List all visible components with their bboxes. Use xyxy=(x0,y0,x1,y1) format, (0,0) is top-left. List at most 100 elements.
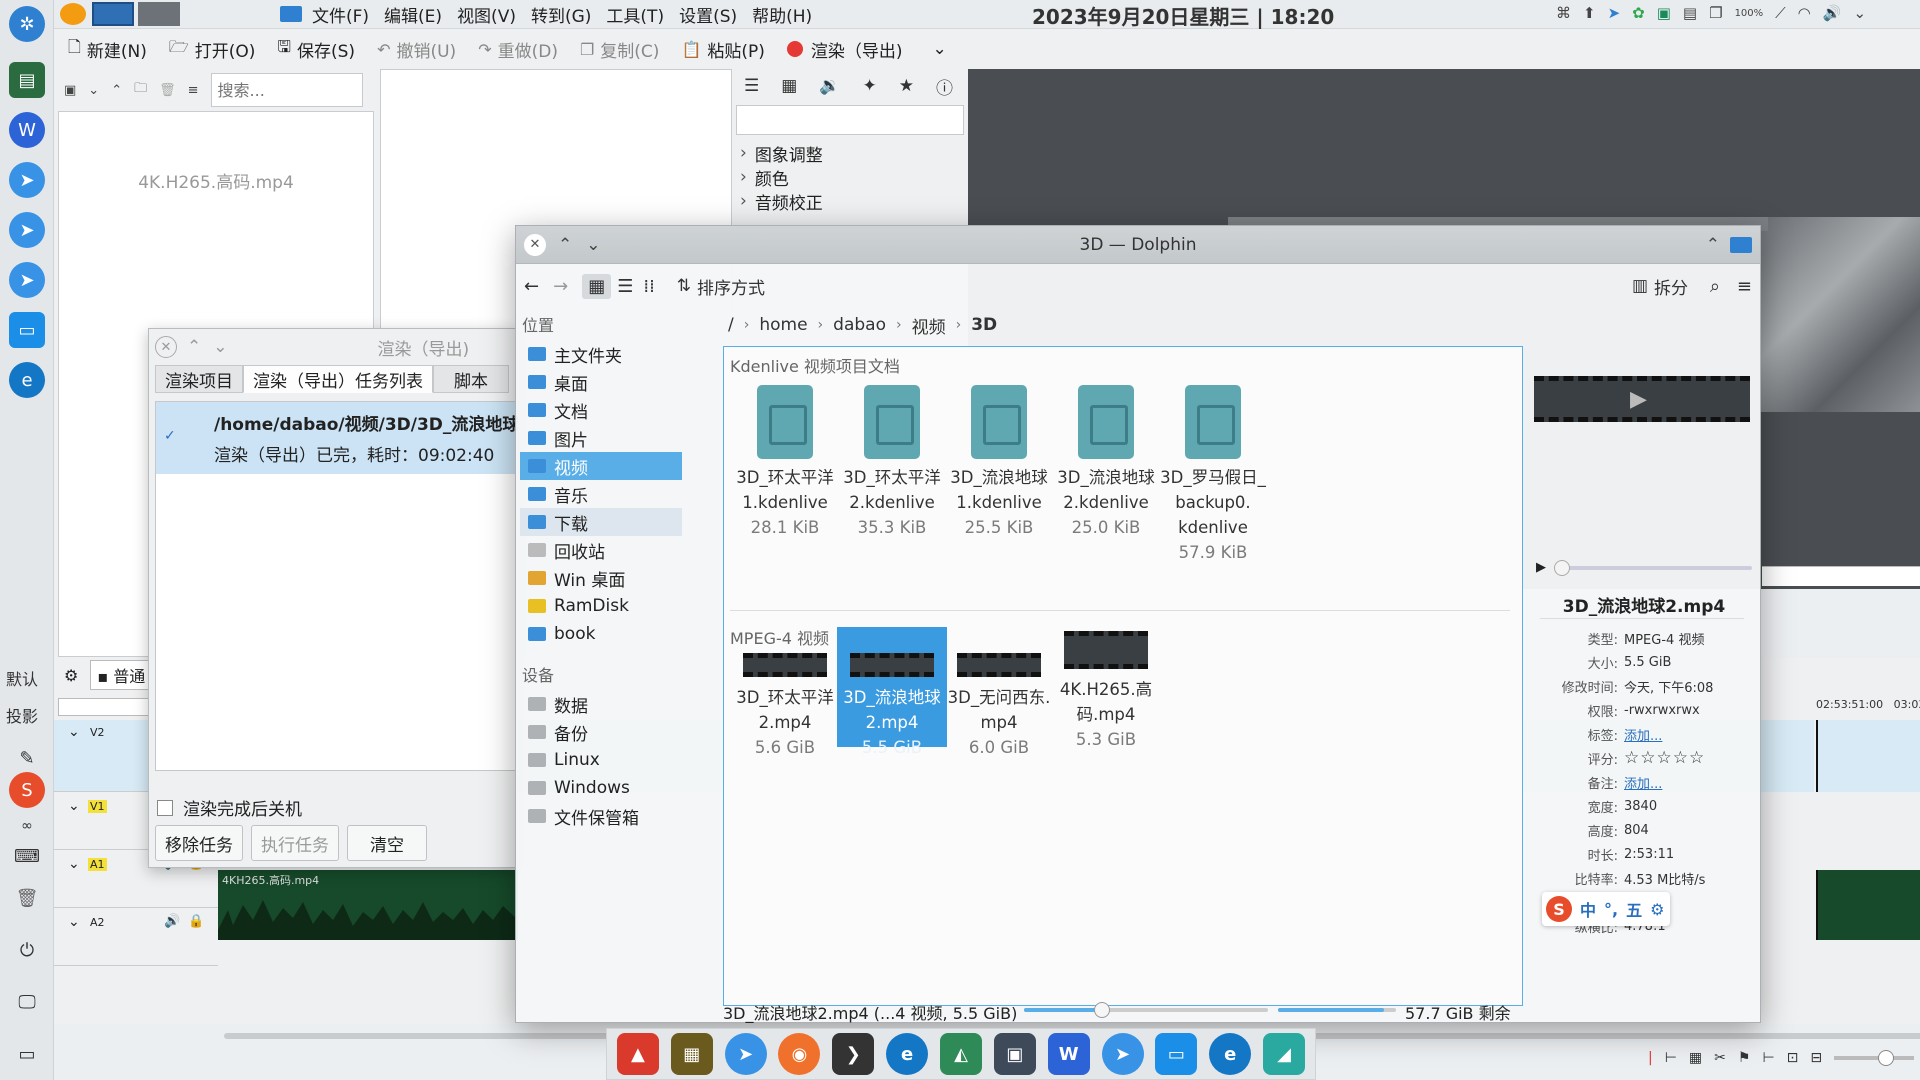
breadcrumb-segment[interactable]: dabao xyxy=(833,315,886,335)
ime-toolbar[interactable]: S 中 °, 五 ⚙ xyxy=(1542,892,1670,926)
file-item-kdenlive[interactable]: 3D_流浪地球 1.kdenlive 25.5 KiB xyxy=(944,385,1054,540)
place-item[interactable]: Win 桌面 xyxy=(520,564,682,592)
dolphin-icon[interactable]: ▭ xyxy=(9,312,45,348)
dolphin-minimize-icon[interactable]: ⌃ xyxy=(558,235,572,255)
tray-icon-1[interactable]: ⌘ xyxy=(1556,4,1571,22)
save-button[interactable]: 🖫 保存(S) xyxy=(277,36,355,63)
bin-view-icon[interactable]: ▣ xyxy=(64,83,76,98)
v2-track-lane-right[interactable] xyxy=(1816,720,1920,792)
file-item-kdenlive[interactable]: 3D_环太平洋 1.kdenlive 28.1 KiB xyxy=(730,385,840,540)
menu-item-2[interactable]: 视图(V) xyxy=(457,2,516,27)
place-item[interactable]: 视频 xyxy=(520,452,682,480)
new-button[interactable]: 🗋 新建(N) xyxy=(68,36,147,63)
hamburger-menu-icon[interactable]: ≡ xyxy=(1737,276,1752,297)
taskbar-edge-icon[interactable]: e xyxy=(886,1033,929,1075)
taskbar-video-icon[interactable]: ▣ xyxy=(993,1033,1036,1075)
icons-view-icon[interactable]: ▦ xyxy=(582,273,612,299)
ime-mode[interactable]: 中 xyxy=(1580,897,1596,921)
snap-icon[interactable]: ▦ xyxy=(1689,1050,1702,1066)
zoom-out-icon[interactable]: ⊟ xyxy=(1810,1050,1822,1066)
shutdown-checkbox[interactable] xyxy=(157,799,173,816)
taskbar-kdenlive-icon[interactable]: ▲ xyxy=(616,1033,659,1075)
menu-item-1[interactable]: 编辑(E) xyxy=(384,2,442,27)
place-item[interactable]: 文档 xyxy=(520,396,682,424)
remove-job-button[interactable]: 移除任务 xyxy=(155,825,243,861)
show-desktop-icon[interactable]: ▭ xyxy=(9,1036,45,1072)
split-icon[interactable]: ✂ xyxy=(1714,1050,1726,1066)
copy-tray-icon[interactable]: ❐ xyxy=(1709,4,1722,22)
compact-view-icon[interactable]: ⁞⁞ xyxy=(643,276,654,297)
edit-mode-icon[interactable]: | xyxy=(1648,1050,1653,1066)
bin-delete-icon[interactable]: 🗑 xyxy=(159,83,176,98)
dolphin-maximize-icon[interactable]: ⌄ xyxy=(586,235,600,255)
track-icon[interactable]: ⊢ xyxy=(1665,1050,1677,1066)
system-monitor-icon[interactable]: ▤ xyxy=(9,62,45,98)
video-effects-icon[interactable]: ▦ xyxy=(781,76,797,96)
taskbar-edge-icon-2[interactable]: e xyxy=(1209,1033,1252,1075)
zoom-fit-icon[interactable]: ⊡ xyxy=(1787,1050,1799,1066)
ime-wubi[interactable]: 五 xyxy=(1626,897,1642,921)
paste-button[interactable]: 📋 粘贴(P) xyxy=(681,37,764,62)
tab-render-project[interactable]: 渲染项目 xyxy=(155,365,243,393)
ime-settings-icon[interactable]: ⚙ xyxy=(1650,900,1664,919)
ripple-icon[interactable]: ⊢ xyxy=(1762,1050,1774,1066)
bin-menu-icon[interactable]: ≡ xyxy=(188,83,199,98)
place-item[interactable]: book xyxy=(520,620,682,648)
execute-job-button[interactable]: 执行任务 xyxy=(251,825,339,861)
search-icon[interactable]: ⌕ xyxy=(1710,276,1720,297)
clipboard-icon[interactable]: ▤ xyxy=(1683,4,1697,22)
open-button[interactable]: 🗁 打开(O) xyxy=(169,36,256,63)
breadcrumb-segment[interactable]: home xyxy=(759,315,807,335)
messenger-icon-3[interactable]: ➤ xyxy=(9,262,45,298)
workspace-2[interactable] xyxy=(138,2,180,26)
volume-icon[interactable]: 🔊 xyxy=(1823,4,1842,22)
forward-icon[interactable]: → xyxy=(553,276,568,297)
bin-search-input[interactable] xyxy=(210,73,363,107)
nvidia-icon[interactable]: ▣ xyxy=(1657,4,1671,22)
trash-icon[interactable]: 🗑 xyxy=(9,880,45,916)
place-item[interactable]: 下载 xyxy=(520,508,682,536)
audio-clip[interactable]: 4KH265.高码.mp4 xyxy=(218,870,518,940)
render-minimize-icon[interactable]: ⌃ xyxy=(187,337,201,357)
marker-icon[interactable]: ⚑ xyxy=(1738,1050,1751,1066)
menu-item-5[interactable]: 设置(S) xyxy=(679,2,737,27)
render-maximize-icon[interactable]: ⌄ xyxy=(213,337,227,357)
taskbar-terminal-icon[interactable]: ❯ xyxy=(832,1033,875,1075)
track-collapse-icon[interactable]: ⌄ xyxy=(68,724,80,740)
taskbar-krita-icon[interactable]: ◢ xyxy=(1263,1033,1306,1075)
track-collapse-icon[interactable]: ⌄ xyxy=(68,856,80,872)
sogou-icon[interactable]: S xyxy=(9,772,45,808)
power-icon[interactable]: ⏻ xyxy=(9,932,45,968)
wps-icon[interactable]: W xyxy=(9,112,45,148)
redo-button[interactable]: ↷ 重做(D) xyxy=(478,37,558,62)
list-view-icon[interactable]: ☰ xyxy=(744,76,759,96)
ime-punct[interactable]: °, xyxy=(1604,900,1618,919)
info-icon[interactable]: ⓘ xyxy=(936,74,953,99)
file-item-video[interactable]: 3D_无问西东. mp4 6.0 GiB xyxy=(944,627,1054,757)
taskbar-wps-icon[interactable]: W xyxy=(1047,1033,1090,1075)
clear-jobs-button[interactable]: 清空 xyxy=(347,825,427,861)
track-header-a2[interactable]: ⌄ A2 🔊 🔒 xyxy=(54,910,218,966)
file-item-video[interactable]: 3D_流浪地球 2.mp4 5.5 GiB xyxy=(837,627,947,757)
track-collapse-icon[interactable]: ⌄ xyxy=(68,914,80,930)
battery-indicator[interactable]: 100% xyxy=(1735,8,1764,19)
app-launcher-icon[interactable]: ✲ xyxy=(9,6,45,42)
pen-icon[interactable]: ✎ xyxy=(9,740,45,776)
bin-up-icon[interactable]: ⌃ xyxy=(111,83,122,98)
update-icon[interactable]: ⬆ xyxy=(1583,4,1596,22)
effect-category[interactable]: › 颜色 xyxy=(740,165,964,190)
clock[interactable]: 2023年9月20日星期三 | 18:20 xyxy=(1032,1,1334,30)
info-property-value[interactable]: ☆☆☆☆☆ xyxy=(1624,748,1705,768)
device-item[interactable]: Windows xyxy=(520,774,682,802)
info-add-link[interactable]: 添加... xyxy=(1624,725,1662,744)
device-item[interactable]: 备份 xyxy=(520,718,682,746)
sort-button[interactable]: ⇅ 排序方式 xyxy=(677,274,765,299)
file-item-video[interactable]: 3D_环太平洋 2.mp4 5.6 GiB xyxy=(730,627,840,757)
track-mute-icon[interactable]: 🔊 xyxy=(164,914,180,929)
display-icon[interactable]: 🖵 xyxy=(9,984,45,1020)
render-close-icon[interactable]: ✕ xyxy=(155,336,177,358)
taskbar-dolphin-icon[interactable]: ▭ xyxy=(1155,1033,1198,1075)
audio-effects-icon[interactable]: 🔉 xyxy=(819,76,840,96)
place-item[interactable]: RamDisk xyxy=(520,592,682,620)
device-item[interactable]: 文件保管箱 xyxy=(520,802,682,830)
